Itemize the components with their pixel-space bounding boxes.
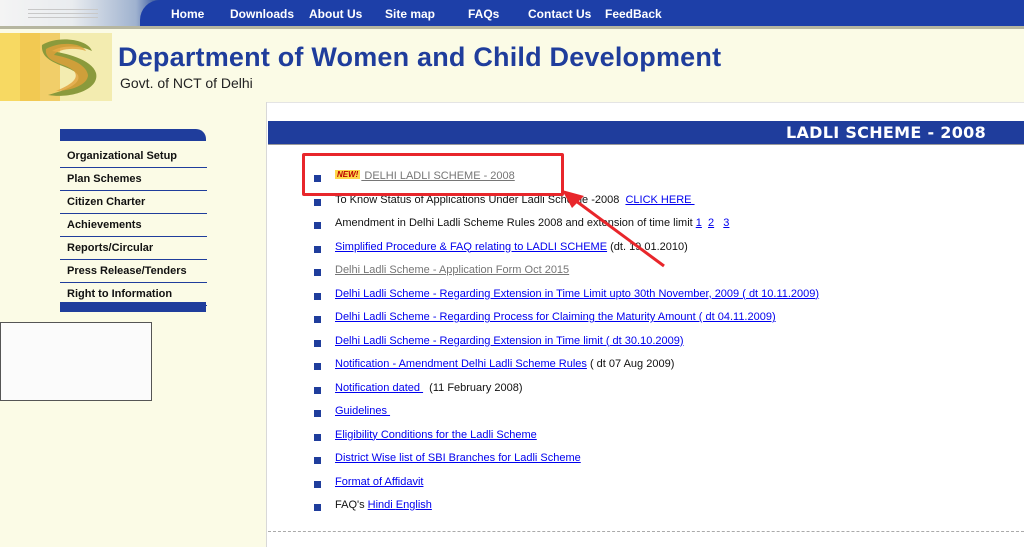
link-faq-hindi[interactable]: Hindi <box>368 499 396 511</box>
list-item: Notification dated (11 February 2008) <box>314 382 1014 406</box>
nav-site-map[interactable]: Site map <box>385 7 435 21</box>
page-title: LADLI SCHEME - 2008 <box>785 123 986 142</box>
list-item: Delhi Ladli Scheme - Regarding Extension… <box>314 288 1014 312</box>
bullet-icon <box>314 480 321 488</box>
list-item: Notification - Amendment Delhi Ladli Sch… <box>314 358 1014 382</box>
sidebar-item-press-release-tenders[interactable]: Press Release/Tenders <box>60 261 207 283</box>
list-item: District Wise list of SBI Branches for L… <box>314 452 1014 476</box>
bullet-icon <box>314 222 321 229</box>
nav-feedback[interactable]: FeedBack <box>605 7 662 21</box>
sidebar-item-plan-schemes[interactable]: Plan Schemes <box>60 169 207 191</box>
sidebar-item-reports-circular[interactable]: Reports/Circular <box>60 238 207 260</box>
link-extension-time-limit[interactable]: Delhi Ladli Scheme - Regarding Extension… <box>335 335 684 347</box>
link-maturity-amount[interactable]: Delhi Ladli Scheme - Regarding Process f… <box>335 311 776 323</box>
nav-downloads[interactable]: Downloads <box>230 7 294 21</box>
faq-label: FAQ's <box>335 499 368 511</box>
list-item: Delhi Ladli Scheme - Regarding Extension… <box>314 335 1014 359</box>
bullet-icon <box>314 386 321 394</box>
link-notification-dated[interactable]: Notification dated <box>335 382 423 394</box>
bullet-icon <box>314 245 321 253</box>
bullet-icon <box>314 457 321 464</box>
link-format-of-affidavit[interactable]: Format of Affidavit <box>335 476 423 488</box>
sidebar-item-citizen-charter[interactable]: Citizen Charter <box>60 192 207 214</box>
list-item: FAQ's Hindi English <box>314 499 1014 523</box>
link-notification-amendment[interactable]: Notification - Amendment Delhi Ladli Sch… <box>335 358 587 370</box>
sidebar-empty-box <box>0 322 152 401</box>
page-header: Department of Women and Child Developmen… <box>0 29 1024 102</box>
link-sbi-branches[interactable]: District Wise list of SBI Branches for L… <box>335 452 581 464</box>
date-text: (11 February 2008) <box>423 381 523 394</box>
section-title-bar: LADLI SCHEME - 2008 <box>268 121 1024 144</box>
link-amendment-1[interactable]: 1 <box>696 217 702 229</box>
bullet-icon <box>314 292 321 300</box>
link-amendment-2[interactable]: 2 <box>708 217 714 229</box>
department-logo-icon <box>0 33 112 101</box>
bullet-icon <box>314 198 321 206</box>
list-item: Format of Affidavit <box>314 476 1014 500</box>
sidebar-item-achievements[interactable]: Achievements <box>60 215 207 237</box>
link-application-form[interactable]: Delhi Ladli Scheme - Application Form Oc… <box>335 264 569 276</box>
bullet-icon <box>314 316 321 323</box>
link-amendment-3[interactable]: 3 <box>723 217 729 229</box>
link-guidelines[interactable]: Guidelines <box>335 405 390 417</box>
link-faq-english[interactable]: English <box>396 499 432 511</box>
title-divider <box>268 144 1024 145</box>
highlight-box <box>302 153 564 196</box>
date-text: ( dt 07 Aug 2009) <box>586 358 675 370</box>
list-item: Eligibility Conditions for the Ladli Sch… <box>314 429 1014 453</box>
nav-faqs[interactable]: FAQs <box>468 7 499 21</box>
sidebar-menu: Organizational Setup Plan Schemes Citize… <box>60 146 207 307</box>
bullet-icon <box>314 269 321 276</box>
bullet-icon <box>314 339 321 347</box>
sidebar-menu-footer <box>60 302 206 312</box>
sidebar-menu-header <box>60 129 206 141</box>
bullet-icon <box>314 433 321 441</box>
list-item: Delhi Ladli Scheme - Regarding Process f… <box>314 311 1014 335</box>
link-extension-30-nov[interactable]: Delhi Ladli Scheme - Regarding Extension… <box>335 288 819 300</box>
bullet-icon <box>314 363 321 370</box>
department-title: Department of Women and Child Developmen… <box>118 42 722 72</box>
list-item: Guidelines <box>314 405 1014 429</box>
decorative-lines <box>28 9 98 23</box>
bullet-icon <box>314 504 321 511</box>
pointer-arrow-icon <box>562 190 665 268</box>
main-left-divider <box>266 102 267 547</box>
bottom-divider <box>268 531 1024 532</box>
department-subtitle: Govt. of NCT of Delhi <box>120 75 253 91</box>
top-nav-bar: Home Downloads About Us Site map FAQs Co… <box>0 0 1024 29</box>
bullet-icon <box>314 410 321 417</box>
main-top-divider <box>266 102 1024 103</box>
link-eligibility-conditions[interactable]: Eligibility Conditions for the Ladli Sch… <box>335 429 537 441</box>
nav-about-us[interactable]: About Us <box>309 7 362 21</box>
nav-contact-us[interactable]: Contact Us <box>528 7 591 21</box>
sidebar: Organizational Setup Plan Schemes Citize… <box>0 102 266 547</box>
nav-home[interactable]: Home <box>171 7 204 21</box>
sidebar-item-organizational-setup[interactable]: Organizational Setup <box>60 146 207 168</box>
